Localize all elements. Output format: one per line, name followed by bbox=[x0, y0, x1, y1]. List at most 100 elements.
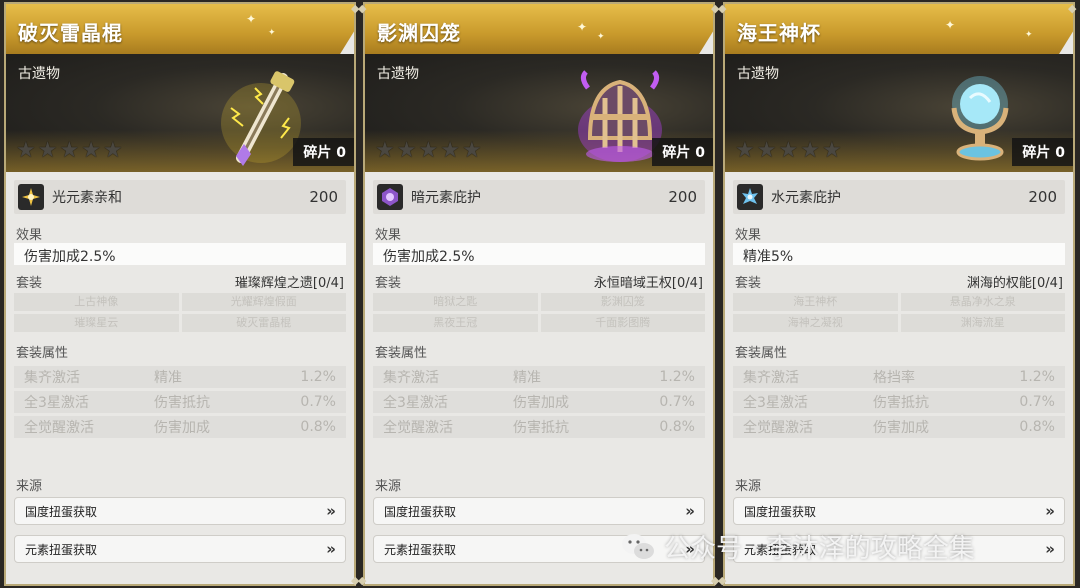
effect-value: 伤害加成2.5% bbox=[14, 243, 346, 265]
set-item[interactable]: 破灭雷晶棍 bbox=[181, 314, 346, 332]
card-header: 破灭雷晶棍 ✦ ✦ bbox=[6, 4, 354, 54]
star-icon: ★ bbox=[461, 138, 482, 163]
set-label: 套装 bbox=[375, 276, 402, 291]
fragment-count: 碎片 0 bbox=[652, 138, 713, 166]
source-button[interactable]: 元素扭蛋获取 » bbox=[14, 535, 346, 563]
set-item[interactable]: 璀璨星云 bbox=[14, 314, 179, 332]
property-condition: 全3星激活 bbox=[24, 395, 89, 411]
relic-card-2: 影渊囚笼 ✦ ✦ 古遗物 ★ ★ ★ ★ ★ 碎片 0 暗元素庇护 200 效果… bbox=[363, 2, 715, 586]
corner-ornament-icon: ◆ bbox=[358, 2, 367, 15]
star-icon: ★ bbox=[81, 138, 101, 163]
source-button[interactable]: 国度扭蛋获取 » bbox=[733, 497, 1065, 525]
double-chevron-right-icon: » bbox=[326, 540, 336, 558]
source-button-label: 元素扭蛋获取 bbox=[384, 542, 457, 557]
set-item[interactable]: 黑夜王冠 bbox=[373, 314, 538, 332]
watermark: 公众号 · 李沐泽的攻略全集 bbox=[620, 528, 975, 565]
attribute-name: 水元素庇护 bbox=[771, 190, 841, 206]
relic-banner: 古遗物 ★ ★ ★ ★ ★ 碎片 0 bbox=[6, 54, 354, 172]
star-icon: ★ bbox=[756, 138, 777, 163]
set-item[interactable]: 光耀辉煌假面 bbox=[181, 293, 346, 311]
source-label: 来源 bbox=[375, 479, 402, 494]
property-condition: 全觉醒激活 bbox=[383, 420, 453, 436]
source-button-label: 国度扭蛋获取 bbox=[384, 504, 457, 519]
property-value: 0.7% bbox=[1019, 394, 1055, 410]
sparkle-icon: ✦ bbox=[597, 32, 605, 42]
property-condition: 集齐激活 bbox=[24, 370, 80, 386]
attribute-value: 200 bbox=[309, 188, 338, 206]
set-properties: 集齐激活 精准 1.2% 全3星激活 伤害抵抗 0.7% 全觉醒激活 伤害加成 … bbox=[14, 366, 346, 438]
set-item[interactable]: 上古神像 bbox=[14, 293, 179, 311]
attribute-name: 光元素亲和 bbox=[52, 190, 122, 206]
set-label: 套装 bbox=[735, 276, 762, 291]
relic-type: 古遗物 bbox=[18, 66, 60, 82]
set-item[interactable]: 渊海流星 bbox=[900, 314, 1065, 332]
set-item[interactable]: 悬晶净水之泉 bbox=[900, 293, 1065, 311]
effect-value: 精准5% bbox=[733, 243, 1065, 265]
property-value: 1.2% bbox=[1019, 369, 1055, 385]
property-row: 全3星激活 伤害抵抗 0.7% bbox=[733, 391, 1065, 413]
set-items: 暗狱之匙 影渊囚笼 黑夜王冠 千面影图腾 bbox=[373, 293, 705, 332]
set-item[interactable]: 海神之凝视 bbox=[733, 314, 898, 332]
set-properties-label: 套装属性 bbox=[735, 346, 788, 361]
star-icon: ★ bbox=[735, 138, 755, 163]
set-item[interactable]: 千面影图腾 bbox=[540, 314, 705, 332]
set-items: 海王神杯 悬晶净水之泉 海神之凝视 渊海流星 bbox=[733, 293, 1065, 332]
effect-value: 伤害加成2.5% bbox=[373, 243, 705, 265]
card-header: 影渊囚笼 ✦ ✦ bbox=[365, 4, 713, 54]
set-properties-label: 套装属性 bbox=[16, 346, 69, 361]
property-row: 全3星激活 伤害加成 0.7% bbox=[373, 391, 705, 413]
star-icon: ★ bbox=[821, 138, 842, 163]
sparkle-icon: ✦ bbox=[268, 28, 276, 38]
set-name: 永恒暗域王权[0/4] bbox=[593, 276, 703, 291]
relic-title: 影渊囚笼 bbox=[377, 21, 461, 45]
property-stat: 格挡率 bbox=[873, 370, 915, 386]
source-button[interactable]: 国度扭蛋获取 » bbox=[373, 497, 705, 525]
property-value: 1.2% bbox=[659, 369, 695, 385]
corner-ornament-icon: ◆ bbox=[1068, 2, 1077, 15]
property-stat: 伤害加成 bbox=[513, 395, 569, 411]
relic-type: 古遗物 bbox=[377, 66, 419, 82]
property-stat: 伤害抵抗 bbox=[513, 420, 569, 436]
effect-label: 效果 bbox=[16, 228, 43, 243]
property-row: 全觉醒激活 伤害加成 0.8% bbox=[733, 416, 1065, 438]
set-item[interactable]: 暗狱之匙 bbox=[373, 293, 538, 311]
star-icon: ★ bbox=[102, 138, 123, 163]
star-icon: ★ bbox=[778, 138, 799, 163]
set-item[interactable]: 海王神杯 bbox=[733, 293, 898, 311]
set-name: 璀璨辉煌之遗[0/4] bbox=[234, 276, 344, 291]
attribute-name: 暗元素庇护 bbox=[411, 190, 481, 206]
light-element-icon bbox=[18, 184, 44, 210]
property-stat: 伤害抵抗 bbox=[154, 395, 210, 411]
property-condition: 全3星激活 bbox=[743, 395, 808, 411]
property-row: 全3星激活 伤害抵抗 0.7% bbox=[14, 391, 346, 413]
star-icon: ★ bbox=[16, 138, 36, 163]
source-label: 来源 bbox=[16, 479, 43, 494]
attribute-value: 200 bbox=[1028, 188, 1057, 206]
source-button-label: 国度扭蛋获取 bbox=[25, 504, 98, 519]
sparkle-icon: ✦ bbox=[1025, 30, 1033, 40]
property-stat: 伤害加成 bbox=[154, 420, 210, 436]
property-condition: 集齐激活 bbox=[383, 370, 439, 386]
property-row: 集齐激活 精准 1.2% bbox=[14, 366, 346, 388]
property-value: 0.8% bbox=[659, 419, 695, 435]
property-condition: 集齐激活 bbox=[743, 370, 799, 386]
sparkle-icon: ✦ bbox=[246, 12, 257, 26]
star-icon: ★ bbox=[440, 138, 460, 163]
relic-type: 古遗物 bbox=[737, 66, 779, 82]
effect-label: 效果 bbox=[735, 228, 762, 243]
double-chevron-right-icon: » bbox=[1045, 540, 1055, 558]
relic-card-1: 破灭雷晶棍 ✦ ✦ 古遗物 ★ ★ ★ ★ ★ 碎片 0 光元素亲和 200 效… bbox=[4, 2, 356, 586]
source-button[interactable]: 国度扭蛋获取 » bbox=[14, 497, 346, 525]
set-properties: 集齐激活 格挡率 1.2% 全3星激活 伤害抵抗 0.7% 全觉醒激活 伤害加成… bbox=[733, 366, 1065, 438]
element-attribute: 暗元素庇护 200 bbox=[373, 180, 705, 214]
relic-banner: 古遗物 ★ ★ ★ ★ ★ 碎片 0 bbox=[725, 54, 1073, 172]
element-attribute: 水元素庇护 200 bbox=[733, 180, 1065, 214]
watermark-text: 公众号 · 李沐泽的攻略全集 bbox=[664, 534, 975, 564]
set-properties-label: 套装属性 bbox=[375, 346, 428, 361]
sparkle-icon: ✦ bbox=[577, 20, 588, 34]
property-stat: 精准 bbox=[154, 370, 182, 386]
set-item[interactable]: 影渊囚笼 bbox=[540, 293, 705, 311]
property-value: 0.8% bbox=[300, 419, 336, 435]
property-value: 1.2% bbox=[300, 369, 336, 385]
star-icon: ★ bbox=[396, 138, 417, 163]
